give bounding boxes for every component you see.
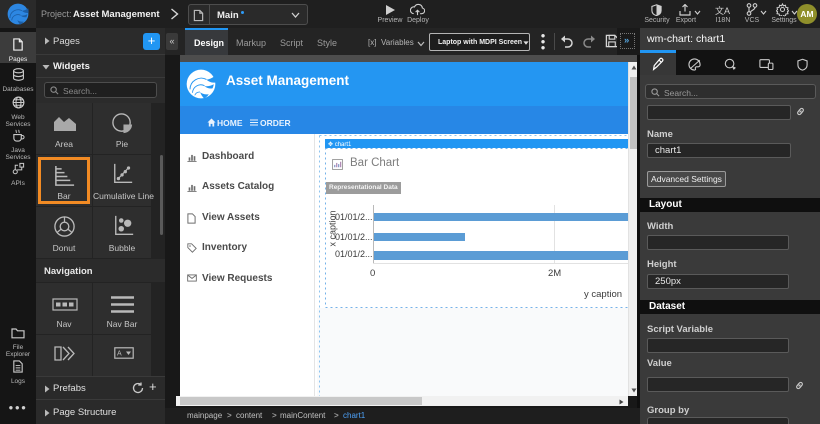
svg-text:A: A — [117, 351, 122, 358]
